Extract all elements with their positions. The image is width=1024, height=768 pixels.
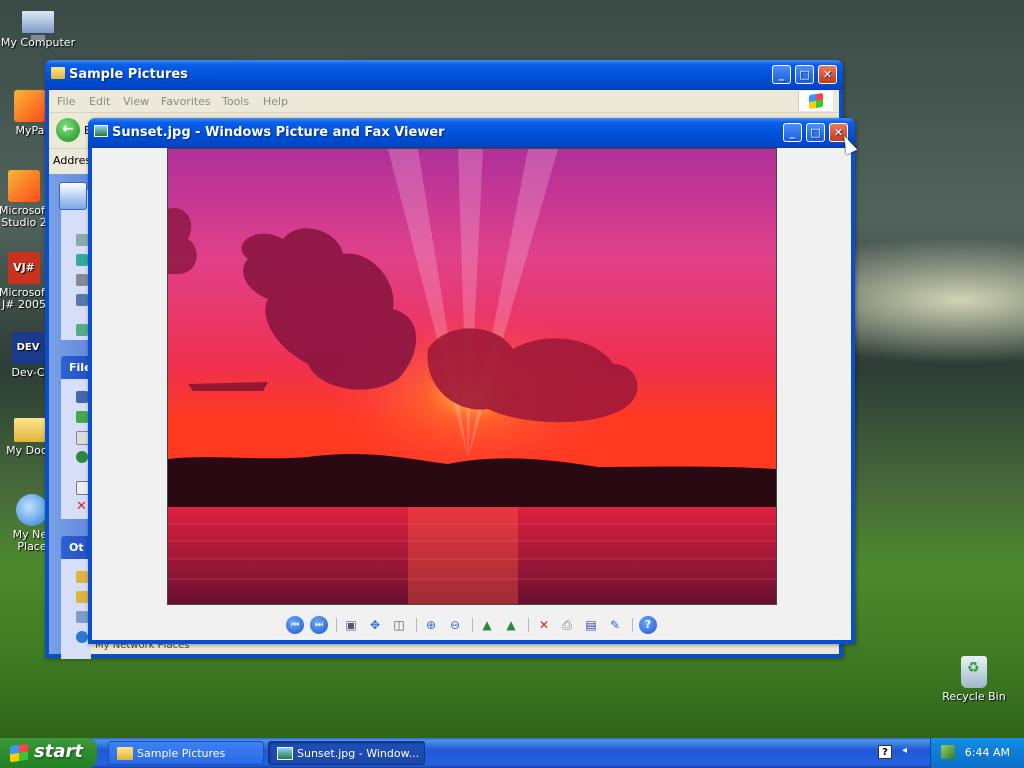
zoom-out-icon[interactable]: ⊖ bbox=[446, 616, 464, 634]
volume-icon[interactable]: ◂ bbox=[902, 745, 912, 759]
zoom-in-icon[interactable]: ⊕ bbox=[422, 616, 440, 634]
maximize-button[interactable]: □ bbox=[795, 65, 814, 84]
desktop-icon-label: MyPa bbox=[15, 124, 45, 137]
minimize-button[interactable]: _ bbox=[783, 123, 802, 142]
desktop-icon-label: Recycle Bin bbox=[942, 690, 1006, 703]
slideshow-icon[interactable] bbox=[76, 234, 88, 246]
menu-help[interactable]: Help bbox=[263, 95, 288, 108]
viewer-body: ⏮ ⏭ ▣ ✥ ◫ ⊕ ⊖ ▲ ▲ ✕ ⎙ ▤ ✎ ? bbox=[92, 148, 851, 640]
rename-icon[interactable] bbox=[76, 391, 88, 403]
help-icon[interactable]: ? bbox=[639, 616, 657, 634]
next-image-icon[interactable]: ⏭ bbox=[310, 616, 328, 634]
menu-tools[interactable]: Tools bbox=[222, 95, 249, 108]
file-tasks-panel: ✕ bbox=[61, 379, 91, 519]
task-label: Sunset.jpg - Window... bbox=[297, 747, 420, 760]
copy-to-cd-icon[interactable] bbox=[76, 324, 88, 336]
task-button-sunset-viewer[interactable]: Sunset.jpg - Window... bbox=[268, 741, 425, 765]
desktop-icon-recycle-bin[interactable]: Recycle Bin bbox=[936, 656, 1012, 703]
network-globe-icon bbox=[16, 494, 48, 526]
picture-tasks-panel bbox=[59, 182, 91, 340]
taskbar: start Sample Pictures Sunset.jpg - Windo… bbox=[0, 738, 1024, 768]
visual-studio-icon bbox=[8, 170, 40, 202]
my-computer-icon[interactable] bbox=[76, 611, 88, 623]
previous-image-icon[interactable]: ⏮ bbox=[286, 616, 304, 634]
desktop-icon-my-computer[interactable]: My Computer bbox=[0, 4, 76, 49]
windows-logo-icon bbox=[798, 91, 833, 111]
address-label: Addres bbox=[53, 154, 92, 167]
menu-edit[interactable]: Edit bbox=[89, 95, 110, 108]
menu-file[interactable]: File bbox=[57, 95, 75, 108]
explorer-titlebar[interactable]: Sample Pictures _ □ ✕ bbox=[45, 60, 843, 90]
best-fit-icon[interactable]: ▣ bbox=[342, 616, 360, 634]
close-button[interactable]: ✕ bbox=[818, 65, 837, 84]
rotate-clockwise-icon[interactable]: ▲ bbox=[478, 616, 496, 634]
move-icon[interactable] bbox=[76, 411, 88, 423]
toolbar-separator bbox=[336, 618, 337, 632]
network-tray-icon[interactable] bbox=[941, 745, 955, 759]
slideshow-icon[interactable]: ◫ bbox=[390, 616, 408, 634]
toolbar-separator bbox=[528, 618, 529, 632]
picture-viewer-window: Sunset.jpg - Windows Picture and Fax Vie… bbox=[88, 118, 855, 644]
start-button[interactable]: start bbox=[0, 738, 97, 768]
windows-flag-icon bbox=[10, 743, 28, 763]
publish-web-icon[interactable] bbox=[76, 451, 88, 463]
system-tray: 6:44 AM bbox=[930, 738, 1024, 768]
toolbar-separator bbox=[416, 618, 417, 632]
save-icon[interactable]: ▤ bbox=[582, 616, 600, 634]
folder-icon bbox=[51, 67, 65, 79]
print-icon[interactable] bbox=[76, 274, 88, 286]
picture-icon bbox=[94, 125, 108, 137]
picture-tasks-icon bbox=[59, 182, 87, 210]
clock[interactable]: 6:44 AM bbox=[965, 746, 1010, 759]
print-icon[interactable]: ⎙ bbox=[558, 616, 576, 634]
viewer-title: Sunset.jpg - Windows Picture and Fax Vie… bbox=[112, 125, 445, 140]
task-label: Sample Pictures bbox=[137, 747, 226, 760]
sunset-photo bbox=[167, 148, 777, 605]
maximize-button[interactable]: □ bbox=[806, 123, 825, 142]
menu-view[interactable]: View bbox=[123, 95, 149, 108]
desktop-background-icon[interactable] bbox=[76, 294, 88, 306]
network-icon[interactable] bbox=[76, 631, 88, 643]
toolbar-separator bbox=[472, 618, 473, 632]
other-places-header[interactable]: Ot bbox=[61, 536, 91, 559]
help-tray-icon[interactable]: ? bbox=[878, 745, 892, 759]
shortcut-icon bbox=[14, 90, 46, 122]
viewer-titlebar[interactable]: Sunset.jpg - Windows Picture and Fax Vie… bbox=[88, 118, 855, 148]
menu-bar: File Edit View Favorites Tools Help bbox=[49, 90, 839, 113]
other-places-panel bbox=[61, 559, 91, 659]
viewer-toolbar: ⏮ ⏭ ▣ ✥ ◫ ⊕ ⊖ ▲ ▲ ✕ ⎙ ▤ ✎ ? bbox=[92, 613, 851, 637]
toolbar-separator bbox=[632, 618, 633, 632]
edit-icon[interactable]: ✎ bbox=[606, 616, 624, 634]
computer-icon bbox=[21, 10, 55, 40]
recycle-bin-icon bbox=[961, 656, 987, 688]
file-tasks-header[interactable]: File bbox=[61, 356, 92, 379]
folder-icon[interactable] bbox=[76, 571, 88, 583]
desktop-icon-label: Dev-C bbox=[11, 366, 45, 379]
task-button-sample-pictures[interactable]: Sample Pictures bbox=[108, 741, 264, 765]
picture-icon bbox=[277, 747, 293, 760]
rotate-counterclockwise-icon[interactable]: ▲ bbox=[502, 616, 520, 634]
menu-favorites[interactable]: Favorites bbox=[161, 95, 211, 108]
vj-sharp-icon: VJ# bbox=[8, 252, 40, 284]
other-places-title: Ot bbox=[69, 541, 84, 554]
task-pane: File ✕ Ot bbox=[49, 174, 92, 659]
actual-size-icon[interactable]: ✥ bbox=[366, 616, 384, 634]
delete-icon[interactable]: ✕ bbox=[76, 500, 88, 513]
back-arrow-icon[interactable]: ← bbox=[56, 118, 80, 142]
start-label: start bbox=[34, 741, 83, 762]
folder-icon[interactable] bbox=[76, 591, 88, 603]
minimize-button[interactable]: _ bbox=[772, 65, 791, 84]
order-prints-icon[interactable] bbox=[76, 254, 88, 266]
sunset-image bbox=[168, 149, 776, 604]
explorer-title: Sample Pictures bbox=[69, 67, 188, 82]
folder-icon bbox=[117, 747, 133, 760]
delete-icon[interactable]: ✕ bbox=[535, 616, 553, 634]
dev-cpp-icon: DEV bbox=[12, 332, 44, 364]
folder-icon bbox=[14, 418, 46, 442]
